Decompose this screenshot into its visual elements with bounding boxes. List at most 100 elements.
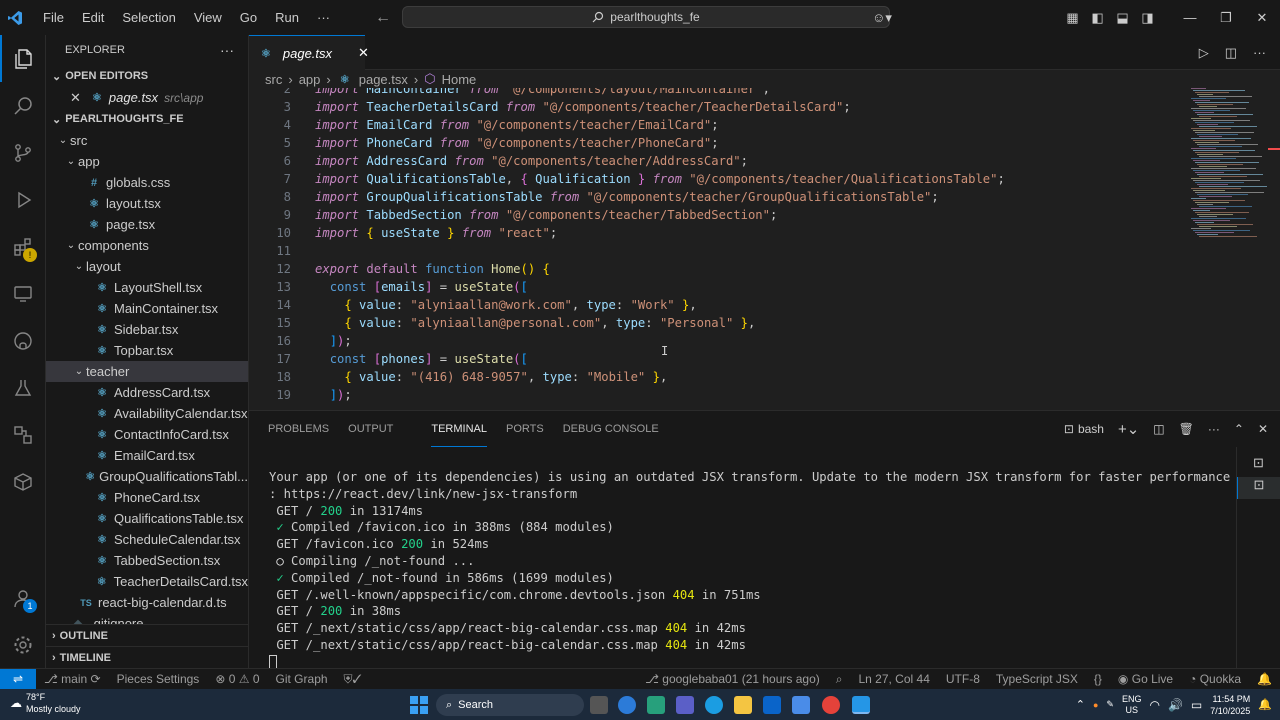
- tree-item[interactable]: ⚛ Sidebar.tsx: [46, 319, 248, 340]
- code-editor[interactable]: 2 3 4 5 6 7 8 9 10 11 12 13 14 15 16 17 18 19 import Main…: [249, 88, 1280, 410]
- edge-icon[interactable]: [705, 696, 723, 714]
- menu-view[interactable]: View: [185, 0, 231, 35]
- tree-item[interactable]: ⌄ components: [46, 235, 248, 256]
- remote-explorer-icon[interactable]: [0, 270, 46, 317]
- tree-item[interactable]: # globals.css: [46, 172, 248, 193]
- tree-item[interactable]: ⚛ MainContainer.tsx: [46, 298, 248, 319]
- volume-icon[interactable]: 🔊: [1168, 698, 1183, 712]
- run-code-icon[interactable]: ▷: [1199, 45, 1209, 61]
- minimize-icon[interactable]: —: [1172, 10, 1208, 25]
- search-icon[interactable]: [0, 82, 46, 129]
- pen-icon[interactable]: ✎: [1106, 699, 1114, 710]
- copilot-app-icon[interactable]: [618, 696, 636, 714]
- braces-icon[interactable]: {}: [1086, 672, 1110, 686]
- outline-section[interactable]: › OUTLINE: [46, 624, 248, 646]
- terminal-instance-active-icon[interactable]: ⊡: [1237, 477, 1280, 499]
- remote-indicator-icon[interactable]: ⇌: [0, 668, 36, 690]
- tree-item[interactable]: ⚛ TeacherDetailsCard.tsx: [46, 571, 248, 592]
- git-blame[interactable]: ⎇ googlebaba01 (21 hours ago): [637, 672, 828, 686]
- tree-item[interactable]: ⚛ layout.tsx: [46, 193, 248, 214]
- tree-item[interactable]: ⌄ teacher: [46, 361, 248, 382]
- packages-icon[interactable]: [0, 458, 46, 505]
- command-center-search[interactable]: pearlthoughts_fe: [402, 6, 890, 28]
- language-indicator[interactable]: ENG US: [1122, 694, 1142, 716]
- windows-start-icon[interactable]: [410, 696, 428, 714]
- tree-item[interactable]: ⚛ EmailCard.tsx: [46, 445, 248, 466]
- settings-gear-icon[interactable]: [0, 621, 46, 668]
- menu-edit[interactable]: Edit: [73, 0, 113, 35]
- github-icon[interactable]: [0, 317, 46, 364]
- restore-icon[interactable]: ❐: [1208, 10, 1244, 26]
- weather-widget[interactable]: ☁ 78°F Mostly cloudy: [10, 691, 81, 715]
- project-section[interactable]: ⌄ PEARLTHOUGHTS_FE: [46, 108, 248, 130]
- terminal-instance-icon[interactable]: ⊡: [1237, 455, 1280, 477]
- mic-icon[interactable]: ●: [1093, 700, 1098, 710]
- menu-selection[interactable]: Selection: [113, 0, 184, 35]
- language-mode[interactable]: TypeScript JSX: [988, 672, 1086, 686]
- tree-item[interactable]: TS react-big-calendar.d.ts: [46, 592, 248, 613]
- tree-item[interactable]: ⚛ TabbedSection.tsx: [46, 550, 248, 571]
- open-editor-item[interactable]: ✕ ⚛ page.tsx src\app: [46, 87, 248, 108]
- quokka[interactable]: ◔ Quokka: [1181, 672, 1249, 686]
- terminal-output[interactable]: Your app (or one of its dependencies) is…: [269, 469, 1230, 671]
- notifications-icon[interactable]: 🔔: [1249, 672, 1280, 686]
- copilot-icon[interactable]: ☺▾: [864, 10, 900, 26]
- outlook-icon[interactable]: [763, 696, 781, 714]
- kill-terminal-icon[interactable]: 🗑: [1179, 422, 1194, 436]
- split-editor-icon[interactable]: ◫: [1225, 45, 1237, 61]
- task-view-icon[interactable]: [590, 696, 608, 714]
- tree-item[interactable]: ⌄ layout: [46, 256, 248, 277]
- visual-studio-icon[interactable]: [792, 696, 810, 714]
- explorer-icon[interactable]: [0, 35, 46, 82]
- teams-icon[interactable]: [676, 696, 694, 714]
- tree-item[interactable]: ⚛ Topbar.tsx: [46, 340, 248, 361]
- go-live[interactable]: ◉ Go Live: [1110, 672, 1181, 686]
- breadcrumb-file[interactable]: page.tsx: [359, 72, 408, 87]
- toggle-panel-icon[interactable]: ⬓: [1110, 10, 1135, 26]
- branch-item[interactable]: ⎇ main ⟳: [36, 672, 109, 686]
- app-icon[interactable]: [647, 696, 665, 714]
- shield-icon[interactable]: ⛨✓: [336, 672, 370, 687]
- menu-file[interactable]: File: [34, 0, 73, 35]
- wifi-icon[interactable]: ◠: [1149, 698, 1159, 712]
- source-control-icon[interactable]: [0, 129, 46, 176]
- close-window-icon[interactable]: ✕: [1244, 10, 1280, 26]
- battery-icon[interactable]: ▭: [1191, 698, 1202, 712]
- vscode-taskbar-icon[interactable]: [852, 696, 870, 714]
- editor-scrollbar[interactable]: [1266, 88, 1280, 410]
- maximize-panel-icon[interactable]: ⌃: [1234, 422, 1244, 436]
- tree-item[interactable]: ⚛ AddressCard.tsx: [46, 382, 248, 403]
- tab-output[interactable]: OUTPUT: [348, 411, 412, 447]
- clock[interactable]: 11:54 PM 7/10/2025: [1210, 693, 1250, 717]
- toggle-primary-sidebar-icon[interactable]: ◧: [1085, 10, 1110, 26]
- tab-ports[interactable]: PORTS: [506, 411, 563, 447]
- extensions-icon[interactable]: !: [0, 223, 46, 270]
- timeline-section[interactable]: › TIMELINE: [46, 646, 248, 668]
- menu-run[interactable]: Run: [266, 0, 308, 35]
- tree-item[interactable]: ⚛ GroupQualificationsTabl...: [46, 466, 248, 487]
- chrome-icon[interactable]: [822, 696, 840, 714]
- menu-go[interactable]: Go: [231, 0, 266, 35]
- tab-debug-console[interactable]: DEBUG CONSOLE: [563, 411, 678, 447]
- tab-problems[interactable]: PROBLEMS: [249, 411, 348, 447]
- zoom-icon[interactable]: ⌕: [828, 672, 851, 687]
- notification-bell-icon[interactable]: 🔔: [1258, 698, 1272, 711]
- file-explorer-icon[interactable]: [734, 696, 752, 714]
- new-terminal-icon[interactable]: +⌄: [1118, 420, 1139, 438]
- pieces-settings[interactable]: Pieces Settings: [109, 672, 208, 686]
- accounts-icon[interactable]: 1: [0, 574, 46, 621]
- minimap[interactable]: [1187, 88, 1267, 248]
- close-icon[interactable]: ✕: [70, 90, 81, 106]
- breadcrumb-symbol[interactable]: Home: [442, 72, 477, 87]
- problems-indicator[interactable]: ⊗ 0 ⚠ 0: [207, 672, 267, 686]
- tree-item[interactable]: ⚛ AvailabilityCalendar.tsx: [46, 403, 248, 424]
- encoding[interactable]: UTF-8: [938, 672, 988, 686]
- tab-page-tsx[interactable]: ⚛ page.tsx ✕: [249, 35, 369, 70]
- tree-item[interactable]: ⚛ ScheduleCalendar.tsx: [46, 529, 248, 550]
- taskbar-search[interactable]: ⌕ Search: [436, 694, 584, 716]
- open-editors-section[interactable]: ⌄ OPEN EDITORS: [46, 65, 248, 87]
- breadcrumb-src[interactable]: src: [265, 72, 282, 87]
- editor-more-icon[interactable]: ···: [1253, 45, 1266, 60]
- tree-item[interactable]: ⚛ QualificationsTable.tsx: [46, 508, 248, 529]
- toggle-secondary-sidebar-icon[interactable]: ◨: [1135, 10, 1160, 26]
